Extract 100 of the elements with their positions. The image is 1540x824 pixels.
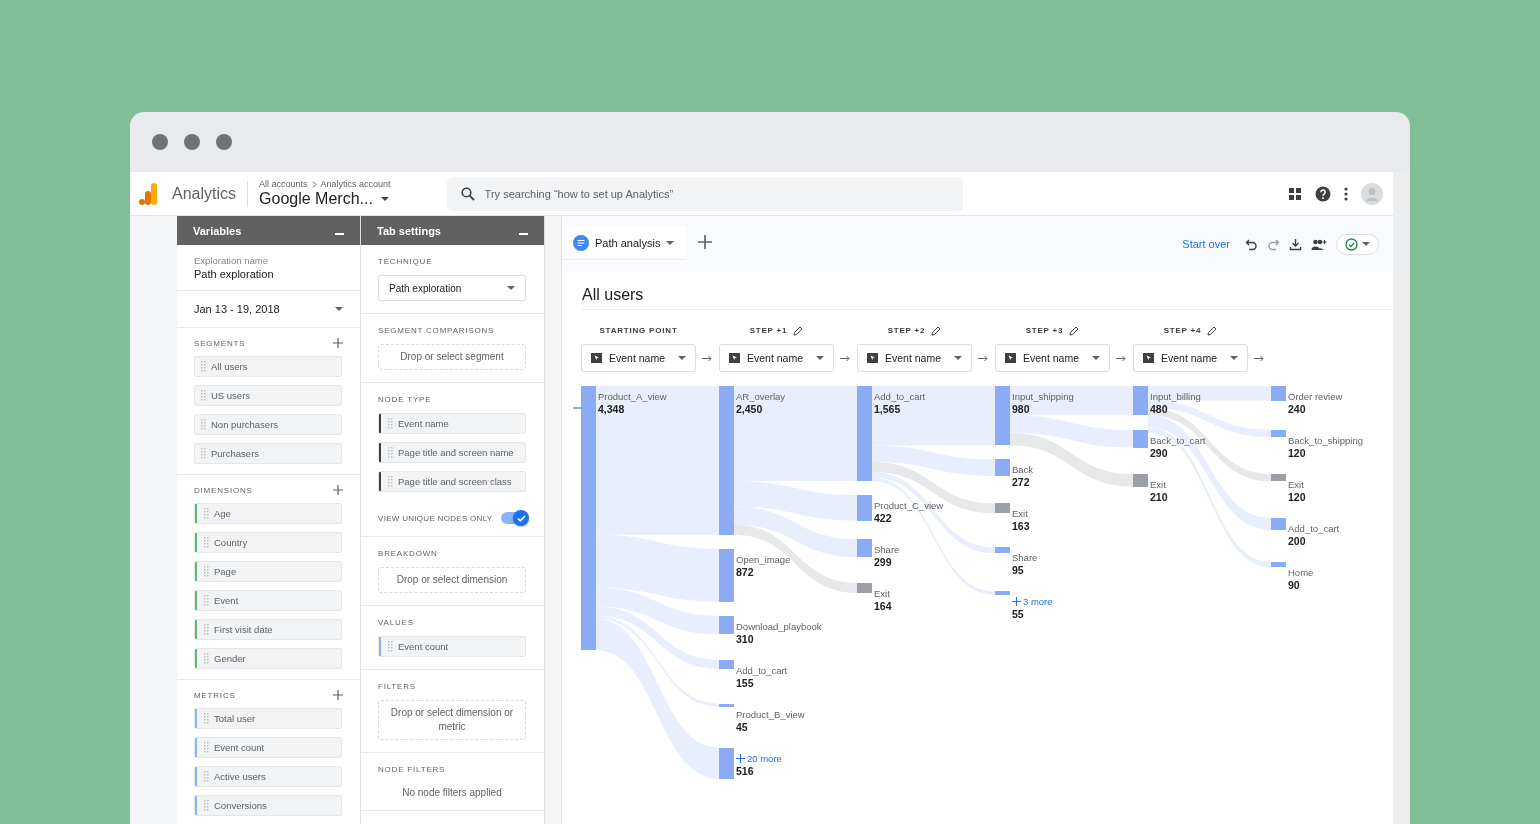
chip[interactable]: Total user [194,708,342,729]
node-bar[interactable] [1133,386,1148,416]
node-bar[interactable] [719,615,734,635]
node-bar[interactable] [1271,430,1286,438]
chip[interactable]: Active users [194,766,342,787]
node-bar[interactable] [1133,430,1148,448]
chip[interactable]: Event name [378,413,526,434]
chip[interactable]: Conversions [194,795,342,816]
node-bar[interactable] [1133,474,1148,487]
node-type-dropdown[interactable]: Event name [719,344,834,372]
node-type-dropdown[interactable]: Event name [581,344,696,372]
node-bar[interactable] [857,386,872,481]
logo-icon[interactable] [139,182,159,205]
breadcrumb-link[interactable]: All accounts [259,179,308,189]
node-bar[interactable] [1271,386,1286,401]
node-bar[interactable] [719,703,734,707]
add-icon[interactable] [333,338,343,348]
apps-icon[interactable] [1287,185,1303,202]
node-bar[interactable] [995,459,1010,476]
check-icon [516,514,526,522]
step-heading: STEP +3 [1025,326,1064,335]
chip[interactable]: Page title and screen name [378,442,526,463]
add-tab-icon[interactable] [698,235,713,249]
add-people-icon[interactable] [1311,237,1327,251]
date-range-selector[interactable]: Jan 13 - 19, 2018 [177,291,360,328]
download-icon[interactable] [1289,237,1302,251]
chip[interactable]: US users [194,385,342,406]
node-bar[interactable] [581,386,596,650]
pencil-icon[interactable] [931,325,942,336]
node-bar[interactable] [857,583,872,593]
status-dropdown[interactable] [1336,233,1379,255]
search-field[interactable]: Try searching “how to set up Analytics” [446,176,963,211]
technique-select[interactable]: Path exploration [378,275,526,301]
property-selector[interactable]: Google Merch... [259,190,391,208]
node-type-dropdown[interactable]: Event name [995,344,1110,372]
pencil-icon[interactable] [1207,325,1218,336]
chip[interactable]: Event count [194,737,342,758]
node-bar[interactable] [719,659,734,670]
node-bar[interactable] [719,747,734,779]
exploration-name[interactable]: Path exploration [194,268,343,280]
undo-icon[interactable] [1245,237,1258,251]
node-value: 422 [874,512,893,524]
start-over-link[interactable]: Start over [1182,238,1230,250]
drag-handle-icon [388,641,393,652]
chip[interactable]: First visit date [194,619,342,640]
drag-handle-icon [204,771,209,782]
product-name: Analytics [172,184,237,203]
chip[interactable]: Purchasers [194,443,342,464]
drop-zone[interactable]: Drop or select dimension or metric [378,700,526,740]
chip[interactable]: Page title and screen class [378,471,526,492]
node-bar[interactable] [719,386,734,535]
node-bar[interactable] [857,539,872,558]
drag-handle-icon [204,566,209,577]
chip[interactable]: All users [194,356,342,377]
chip[interactable]: Event [194,590,342,611]
chip[interactable]: Non purchasers [194,414,342,435]
avatar-icon[interactable] [1361,182,1383,205]
chip[interactable]: Country [194,532,342,553]
cursor-box-icon [1005,353,1016,363]
help-icon[interactable] [1315,185,1331,202]
window-dot[interactable] [152,134,168,150]
node-bar[interactable] [995,503,1010,514]
pencil-icon[interactable] [1069,325,1080,336]
chip[interactable]: Gender [194,648,342,669]
node-value: 164 [874,600,892,612]
breadcrumb-link[interactable]: Analytics account [320,179,391,189]
drop-zone[interactable]: Drop or select dimension [378,567,526,593]
node-bar[interactable] [719,548,734,602]
step-heading: STEP +2 [887,326,926,335]
node-bar[interactable] [1271,518,1286,531]
chip[interactable]: Page [194,561,342,582]
add-icon[interactable] [333,485,343,495]
chip[interactable]: Event count [378,636,526,657]
node-bar[interactable] [995,386,1010,446]
node-type-dropdown[interactable]: Event name [857,344,972,372]
drag-handle-icon [204,800,209,811]
more-link[interactable]: 3 more [1012,596,1053,608]
caret-icon [1230,356,1238,360]
pencil-icon[interactable] [793,325,804,336]
more-icon[interactable] [1343,185,1349,202]
window-dot[interactable] [216,134,232,150]
redo-icon[interactable] [1267,237,1280,251]
window-dot[interactable] [184,134,200,150]
chip[interactable]: Age [194,503,342,524]
exploration-tab[interactable]: Path analysis [563,226,687,262]
add-icon[interactable] [333,690,343,700]
node-bar[interactable] [1271,474,1286,482]
drag-handle-icon [388,418,393,429]
node-label: Input_billing [1150,391,1201,402]
node-value: 90 [1288,579,1301,591]
drag-handle-icon [201,361,206,372]
node-bar[interactable] [1271,562,1286,568]
step-heading: STARTING POINT [599,326,678,335]
drop-zone[interactable]: Drop or select segment [378,344,526,370]
toggle-switch[interactable] [501,512,527,524]
more-link[interactable]: 20 more [736,752,782,764]
node-bar[interactable] [995,591,1010,595]
node-bar[interactable] [857,495,872,521]
node-type-dropdown[interactable]: Event name [1133,344,1248,372]
node-bar[interactable] [995,547,1010,554]
